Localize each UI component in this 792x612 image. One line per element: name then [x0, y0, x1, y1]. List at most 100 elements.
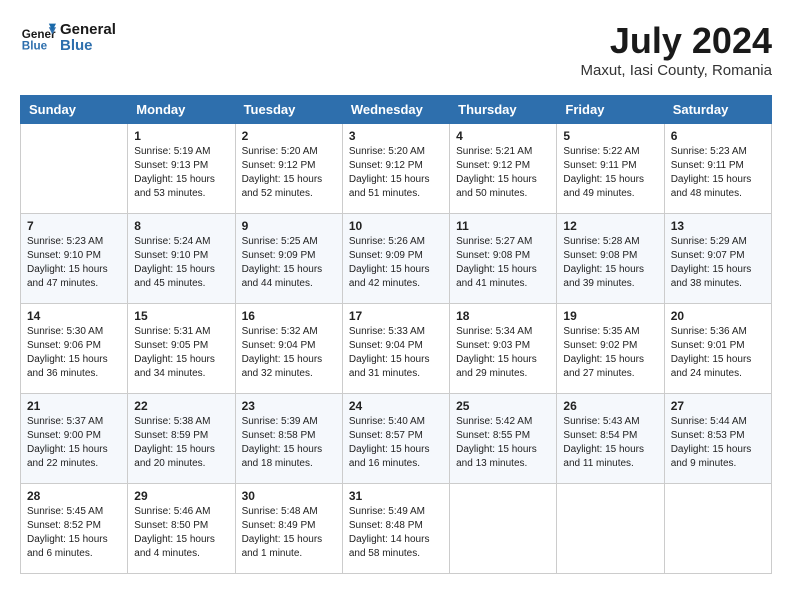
day-number: 11 [456, 219, 550, 233]
calendar-cell: 2Sunrise: 5:20 AM Sunset: 9:12 PM Daylig… [235, 124, 342, 214]
calendar-cell [557, 484, 664, 574]
calendar-cell: 9Sunrise: 5:25 AM Sunset: 9:09 PM Daylig… [235, 214, 342, 304]
calendar-cell: 17 Sunrise: 5:33 AM Sunset: 9:04 PM Dayli… [342, 304, 449, 394]
logo: General Blue General Blue [20, 20, 116, 56]
day-number: 24 [349, 399, 443, 413]
day-info: Sunrise: 5:25 AM Sunset: 9:09 PM Dayligh… [242, 235, 336, 291]
day-info: Sunrise: 5:23 AM Sunset: 9:11 PM Dayligh… [671, 145, 765, 201]
day-number: 16 [242, 309, 336, 323]
day-number: 13 [671, 219, 765, 233]
calendar-cell: 24 Sunrise: 5:40 AM Sunset: 8:57 PM Dayli… [342, 394, 449, 484]
day-number: 15 [134, 309, 228, 323]
weekday-tuesday: Tuesday [235, 96, 342, 124]
calendar-cell [450, 484, 557, 574]
calendar-body: 1 Sunrise: 5:19 AM Sunset: 9:13 PM Daylig… [21, 124, 772, 574]
day-number: 22 [134, 399, 228, 413]
day-info: Sunrise: 5:37 AM Sunset: 9:00 PM Dayligh… [27, 415, 121, 471]
day-info: Sunrise: 5:20 AM Sunset: 9:12 PM Dayligh… [242, 145, 336, 201]
calendar-cell: 3 Sunrise: 5:20 AM Sunset: 9:12 PM Daylig… [342, 124, 449, 214]
day-number: 10 [349, 219, 443, 233]
day-number: 30 [242, 489, 336, 503]
calendar-cell: 4 Sunrise: 5:21 AM Sunset: 9:12 PM Daylig… [450, 124, 557, 214]
day-number: 12 [563, 219, 657, 233]
day-number: 31 [349, 489, 443, 503]
day-info: Sunrise: 5:43 AM Sunset: 8:54 PM Dayligh… [563, 415, 657, 471]
day-info: Sunrise: 5:32 AM Sunset: 9:04 PM Dayligh… [242, 325, 336, 381]
calendar-cell: 26 Sunrise: 5:43 AM Sunset: 8:54 PM Dayli… [557, 394, 664, 484]
week-row-2: 7Sunrise: 5:23 AM Sunset: 9:10 PM Daylig… [21, 214, 772, 304]
calendar-cell: 8 Sunrise: 5:24 AM Sunset: 9:10 PM Daylig… [128, 214, 235, 304]
week-row-1: 1 Sunrise: 5:19 AM Sunset: 9:13 PM Daylig… [21, 124, 772, 214]
day-number: 1 [134, 129, 228, 143]
weekday-header-row: SundayMondayTuesdayWednesdayThursdayFrid… [21, 96, 772, 124]
calendar-cell: 29Sunrise: 5:46 AM Sunset: 8:50 PM Dayli… [128, 484, 235, 574]
day-info: Sunrise: 5:42 AM Sunset: 8:55 PM Dayligh… [456, 415, 550, 471]
week-row-4: 21 Sunrise: 5:37 AM Sunset: 9:00 PM Dayli… [21, 394, 772, 484]
day-number: 25 [456, 399, 550, 413]
day-info: Sunrise: 5:27 AM Sunset: 9:08 PM Dayligh… [456, 235, 550, 291]
calendar-cell: 20 Sunrise: 5:36 AM Sunset: 9:01 PM Dayli… [664, 304, 771, 394]
day-info: Sunrise: 5:23 AM Sunset: 9:10 PM Dayligh… [27, 235, 121, 291]
day-info: Sunrise: 5:19 AM Sunset: 9:13 PM Dayligh… [134, 145, 228, 201]
calendar-cell: 21 Sunrise: 5:37 AM Sunset: 9:00 PM Dayli… [21, 394, 128, 484]
calendar-cell: 18 Sunrise: 5:34 AM Sunset: 9:03 PM Dayli… [450, 304, 557, 394]
day-info: Sunrise: 5:49 AM Sunset: 8:48 PM Dayligh… [349, 505, 443, 561]
calendar-cell: 16 Sunrise: 5:32 AM Sunset: 9:04 PM Dayli… [235, 304, 342, 394]
day-info: Sunrise: 5:26 AM Sunset: 9:09 PM Dayligh… [349, 235, 443, 291]
day-info: Sunrise: 5:40 AM Sunset: 8:57 PM Dayligh… [349, 415, 443, 471]
calendar-table: SundayMondayTuesdayWednesdayThursdayFrid… [20, 95, 772, 574]
day-info: Sunrise: 5:46 AM Sunset: 8:50 PM Dayligh… [134, 505, 228, 561]
calendar-cell: 5 Sunrise: 5:22 AM Sunset: 9:11 PM Daylig… [557, 124, 664, 214]
day-number: 18 [456, 309, 550, 323]
weekday-monday: Monday [128, 96, 235, 124]
calendar-cell: 19Sunrise: 5:35 AM Sunset: 9:02 PM Dayli… [557, 304, 664, 394]
calendar-cell: 23 Sunrise: 5:39 AM Sunset: 8:58 PM Dayli… [235, 394, 342, 484]
day-number: 20 [671, 309, 765, 323]
day-info: Sunrise: 5:24 AM Sunset: 9:10 PM Dayligh… [134, 235, 228, 291]
weekday-sunday: Sunday [21, 96, 128, 124]
weekday-wednesday: Wednesday [342, 96, 449, 124]
day-info: Sunrise: 5:45 AM Sunset: 8:52 PM Dayligh… [27, 505, 121, 561]
day-number: 4 [456, 129, 550, 143]
day-number: 23 [242, 399, 336, 413]
day-number: 19 [563, 309, 657, 323]
calendar-cell: 12Sunrise: 5:28 AM Sunset: 9:08 PM Dayli… [557, 214, 664, 304]
day-number: 28 [27, 489, 121, 503]
week-row-3: 14Sunrise: 5:30 AM Sunset: 9:06 PM Dayli… [21, 304, 772, 394]
day-info: Sunrise: 5:44 AM Sunset: 8:53 PM Dayligh… [671, 415, 765, 471]
weekday-saturday: Saturday [664, 96, 771, 124]
weekday-friday: Friday [557, 96, 664, 124]
location-subtitle: Maxut, Iasi County, Romania [581, 62, 772, 79]
logo-general: General [60, 22, 116, 39]
calendar-cell: 7Sunrise: 5:23 AM Sunset: 9:10 PM Daylig… [21, 214, 128, 304]
day-info: Sunrise: 5:22 AM Sunset: 9:11 PM Dayligh… [563, 145, 657, 201]
calendar-cell [21, 124, 128, 214]
calendar-cell: 11 Sunrise: 5:27 AM Sunset: 9:08 PM Dayli… [450, 214, 557, 304]
day-info: Sunrise: 5:34 AM Sunset: 9:03 PM Dayligh… [456, 325, 550, 381]
day-info: Sunrise: 5:39 AM Sunset: 8:58 PM Dayligh… [242, 415, 336, 471]
calendar-cell: 15 Sunrise: 5:31 AM Sunset: 9:05 PM Dayli… [128, 304, 235, 394]
day-number: 26 [563, 399, 657, 413]
calendar-cell [664, 484, 771, 574]
calendar-cell: 25 Sunrise: 5:42 AM Sunset: 8:55 PM Dayli… [450, 394, 557, 484]
calendar-cell: 30 Sunrise: 5:48 AM Sunset: 8:49 PM Dayli… [235, 484, 342, 574]
calendar-cell: 27Sunrise: 5:44 AM Sunset: 8:53 PM Dayli… [664, 394, 771, 484]
day-number: 5 [563, 129, 657, 143]
day-number: 3 [349, 129, 443, 143]
day-info: Sunrise: 5:36 AM Sunset: 9:01 PM Dayligh… [671, 325, 765, 381]
day-info: Sunrise: 5:33 AM Sunset: 9:04 PM Dayligh… [349, 325, 443, 381]
day-info: Sunrise: 5:31 AM Sunset: 9:05 PM Dayligh… [134, 325, 228, 381]
calendar-cell: 22 Sunrise: 5:38 AM Sunset: 8:59 PM Dayli… [128, 394, 235, 484]
day-info: Sunrise: 5:20 AM Sunset: 9:12 PM Dayligh… [349, 145, 443, 201]
day-number: 17 [349, 309, 443, 323]
day-number: 21 [27, 399, 121, 413]
day-info: Sunrise: 5:38 AM Sunset: 8:59 PM Dayligh… [134, 415, 228, 471]
logo-blue: Blue [60, 38, 116, 55]
day-number: 8 [134, 219, 228, 233]
calendar-cell: 10 Sunrise: 5:26 AM Sunset: 9:09 PM Dayli… [342, 214, 449, 304]
page-header: General Blue General Blue July 2024 Maxu… [20, 20, 772, 79]
day-info: Sunrise: 5:48 AM Sunset: 8:49 PM Dayligh… [242, 505, 336, 561]
calendar-cell: 13Sunrise: 5:29 AM Sunset: 9:07 PM Dayli… [664, 214, 771, 304]
calendar-cell: 14Sunrise: 5:30 AM Sunset: 9:06 PM Dayli… [21, 304, 128, 394]
day-info: Sunrise: 5:21 AM Sunset: 9:12 PM Dayligh… [456, 145, 550, 201]
